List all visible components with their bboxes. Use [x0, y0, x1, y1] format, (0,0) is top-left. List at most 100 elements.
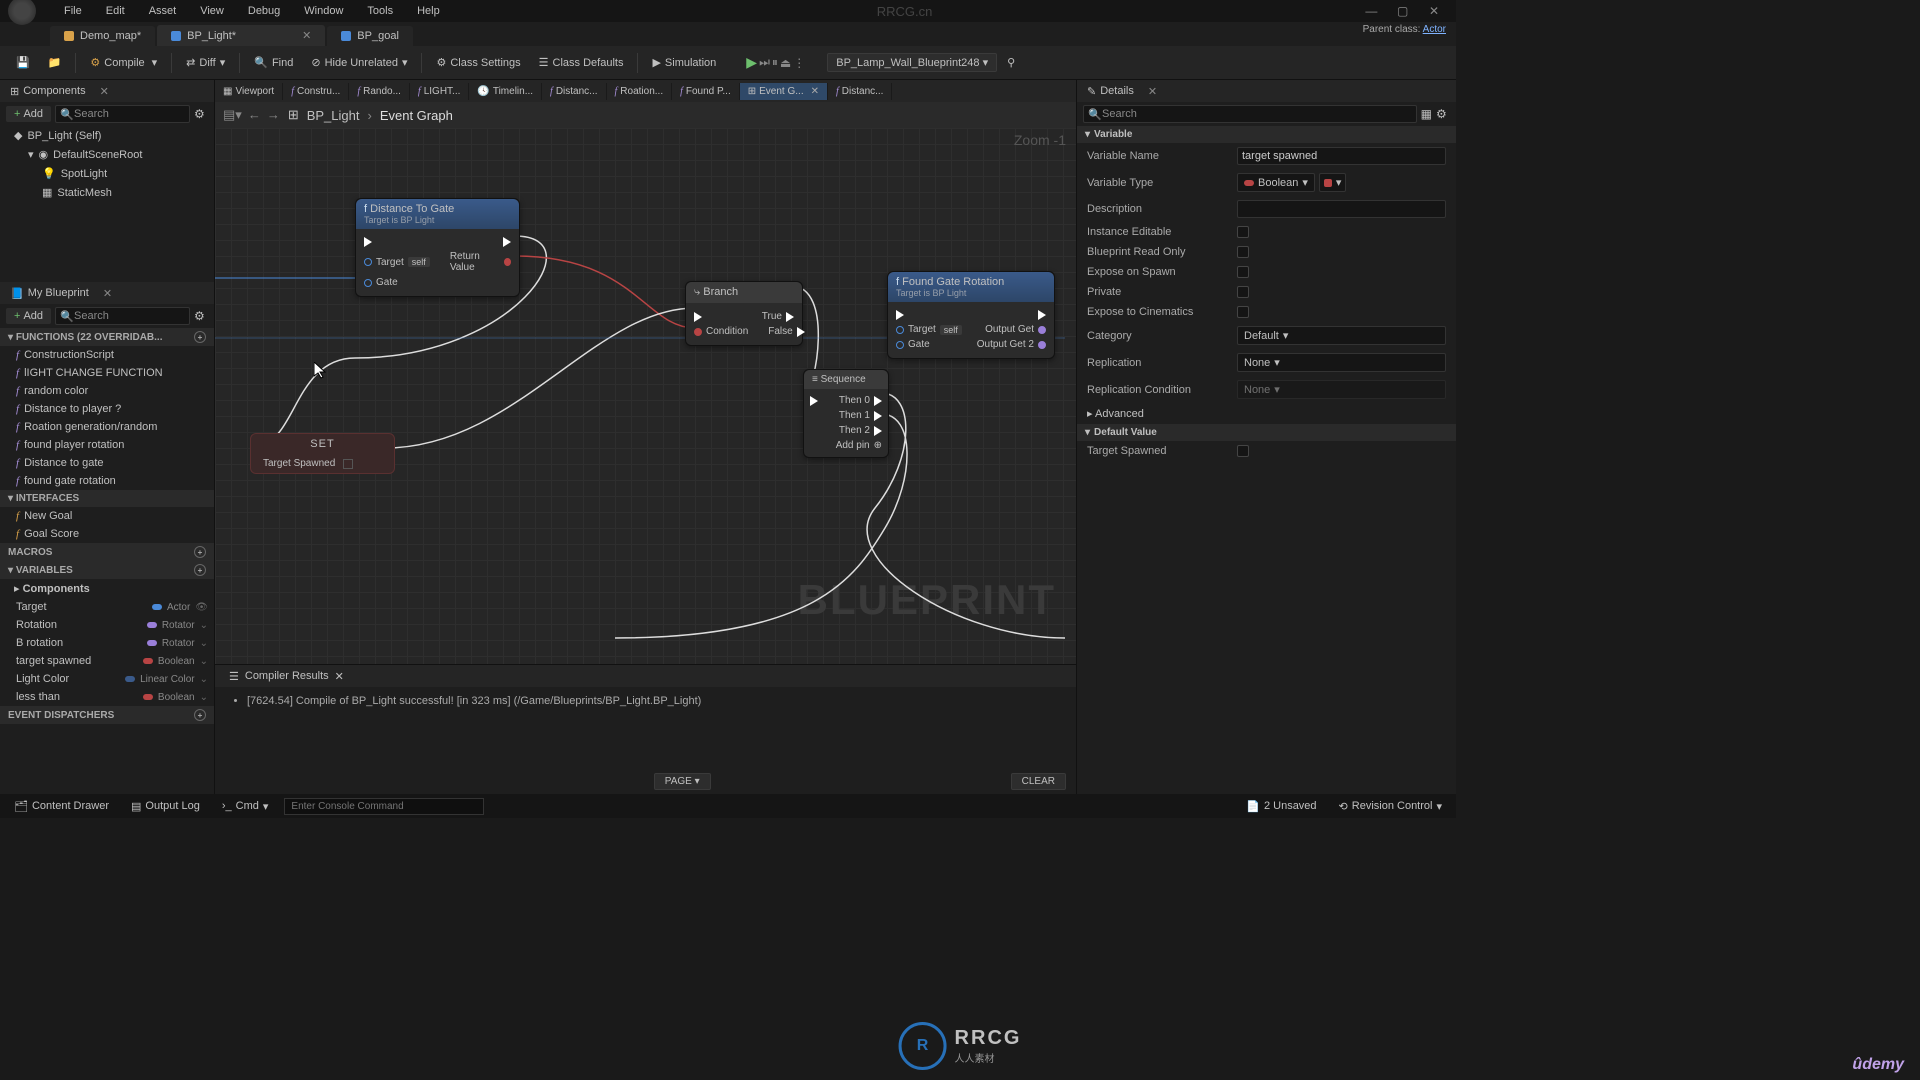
var-target[interactable]: TargetActor👁 — [0, 598, 214, 616]
etab-eventgraph[interactable]: ⊞Event G...✕ — [740, 83, 828, 100]
grid-icon[interactable]: ▦ — [1421, 107, 1432, 121]
gear-icon[interactable]: ⚙ — [1436, 107, 1450, 121]
dispatchers-section[interactable]: EVENT DISPATCHERS+ — [0, 706, 214, 724]
pause-icon[interactable]: ⏸ — [772, 55, 778, 70]
tab-bp-goal[interactable]: BP_goal — [327, 26, 413, 46]
diff-button[interactable]: ⇄Diff▾ — [178, 52, 233, 73]
tree-spotlight[interactable]: 💡SpotLight — [0, 164, 214, 183]
macros-section[interactable]: MACROS+ — [0, 543, 214, 561]
node-set[interactable]: SET Target Spawned — [250, 433, 395, 474]
page-dropdown[interactable]: PAGE ▾ — [654, 773, 711, 790]
etab-construct[interactable]: fConstru... — [283, 83, 349, 100]
var-targetspawned[interactable]: target spawnedBoolean⌄ — [0, 652, 214, 670]
components-tab[interactable]: ⊞Components✕ — [0, 82, 119, 101]
cinematics-checkbox[interactable] — [1237, 306, 1249, 318]
components-subhead[interactable]: ▸ Components — [0, 579, 214, 598]
default-value-checkbox[interactable] — [1237, 445, 1249, 457]
node-found-gate[interactable]: f Found Gate RotationTarget is BP Light … — [887, 271, 1055, 359]
etab-foundp[interactable]: fFound P... — [672, 83, 740, 100]
menu-edit[interactable]: Edit — [94, 3, 137, 19]
category-dropdown[interactable]: Default ▾ — [1237, 326, 1446, 345]
event-graph-canvas[interactable]: Zoom -1 BLUEPRINT f Distance To GateTarg… — [215, 128, 1076, 664]
interfaces-section[interactable]: ▾ INTERFACES — [0, 490, 214, 507]
add-component-button[interactable]: +Add — [6, 106, 51, 122]
browse-button[interactable]: 📁 — [40, 52, 70, 73]
class-defaults-button[interactable]: ☰Class Defaults — [531, 52, 632, 73]
locate-button[interactable]: ⚲ — [999, 52, 1023, 73]
compile-button[interactable]: ⚙Compile▾ — [82, 52, 165, 73]
gear-icon[interactable]: ⚙ — [194, 107, 208, 121]
var-lightcolor[interactable]: Light ColorLinear Color⌄ — [0, 670, 214, 688]
forward-icon[interactable]: → — [267, 107, 280, 123]
menu-help[interactable]: Help — [405, 3, 452, 19]
menu-tools[interactable]: Tools — [355, 3, 405, 19]
default-value-section[interactable]: ▾ Default Value — [1077, 424, 1456, 441]
functions-section[interactable]: ▾ FUNCTIONS (22 OVERRIDAB...+ — [0, 328, 214, 346]
etab-random[interactable]: fRando... — [349, 83, 410, 100]
unsaved-badge[interactable]: 📄2 Unsaved — [1240, 798, 1322, 815]
close-tab-icon[interactable]: ✕ — [100, 85, 109, 98]
fn-foundgate[interactable]: ffound gate rotation — [0, 472, 214, 490]
class-settings-button[interactable]: ⚙Class Settings — [428, 52, 528, 73]
details-search[interactable]: 🔍Search — [1083, 105, 1417, 123]
var-brotation[interactable]: B rotationRotator⌄ — [0, 634, 214, 652]
etab-rotation[interactable]: fRoation... — [607, 83, 673, 100]
stop-icon[interactable]: ⏏ — [780, 56, 791, 70]
console-input[interactable] — [284, 798, 484, 815]
tree-self[interactable]: ◆BP_Light (Self) — [0, 126, 214, 145]
fn-distancegate[interactable]: fDistance to gate — [0, 454, 214, 472]
blueprint-search[interactable]: 🔍Search — [55, 307, 190, 325]
fn-rotationgen[interactable]: fRoation generation/random — [0, 418, 214, 436]
variable-type-dropdown[interactable]: Boolean ▾ — [1237, 173, 1315, 192]
crumb-bp[interactable]: BP_Light — [307, 108, 360, 123]
menu-asset[interactable]: Asset — [137, 3, 189, 19]
fn-foundplayer[interactable]: ffound player rotation — [0, 436, 214, 454]
fn-distanceplayer[interactable]: fDistance to player ? — [0, 400, 214, 418]
menu-window[interactable]: Window — [292, 3, 355, 19]
hide-unrelated-button[interactable]: ⊘Hide Unrelated▾ — [303, 52, 415, 73]
etab-distance2[interactable]: fDistanc... — [828, 83, 892, 100]
fn-lightchange[interactable]: flIGHT CHANGE FUNCTION — [0, 364, 214, 382]
crumb-eventgraph[interactable]: Event Graph — [380, 108, 453, 123]
description-input[interactable] — [1237, 200, 1446, 218]
menu-view[interactable]: View — [188, 3, 236, 19]
eye-icon[interactable]: 👁 — [195, 602, 208, 613]
tree-sceneroot[interactable]: ▾◉DefaultSceneRoot — [0, 145, 214, 164]
content-drawer-button[interactable]: 🗂Content Drawer — [8, 798, 115, 815]
details-tab[interactable]: ✎Details✕ — [1077, 82, 1167, 101]
variable-name-input[interactable] — [1237, 147, 1446, 165]
close-icon[interactable]: ✕ — [335, 670, 344, 683]
node-sequence[interactable]: ≡ Sequence Then 0 Then 1 Then 2 Add pin … — [803, 369, 889, 458]
simulation-button[interactable]: ▶Simulation — [644, 52, 724, 73]
expose-spawn-checkbox[interactable] — [1237, 266, 1249, 278]
play-icon[interactable]: ▶ — [746, 54, 757, 71]
cmd-dropdown[interactable]: ›_Cmd ▾ — [216, 798, 275, 815]
fn-constructionscript[interactable]: fConstructionScript — [0, 346, 214, 364]
fn-randomcolor[interactable]: frandom color — [0, 382, 214, 400]
node-branch[interactable]: ⤷ Branch True ConditionFalse — [685, 281, 803, 346]
replication-cond-dropdown[interactable]: None ▾ — [1237, 380, 1446, 399]
variables-section[interactable]: ▾ VARIABLES+ — [0, 561, 214, 579]
tree-staticmesh[interactable]: ▦StaticMesh — [0, 183, 214, 202]
components-search[interactable]: 🔍Search — [55, 105, 190, 123]
debug-object-dropdown[interactable]: BP_Lamp_Wall_Blueprint248 ▾ — [827, 53, 997, 72]
menu-file[interactable]: File — [52, 3, 94, 19]
save-button[interactable]: 💾 — [8, 52, 38, 73]
etab-distance1[interactable]: fDistanc... — [542, 83, 606, 100]
readonly-checkbox[interactable] — [1237, 246, 1249, 258]
find-button[interactable]: 🔍Find — [246, 52, 301, 73]
play-options-icon[interactable]: ⋮ — [793, 56, 805, 70]
output-log-button[interactable]: ▤Output Log — [125, 798, 206, 815]
back-icon[interactable]: ← — [248, 107, 261, 123]
minimize-icon[interactable]: — — [1357, 4, 1385, 18]
intf-goalscore[interactable]: fGoal Score — [0, 525, 214, 543]
add-blueprint-button[interactable]: +Add — [6, 308, 51, 324]
close-icon[interactable]: ✕ — [1420, 4, 1448, 18]
close-tab-icon[interactable]: ✕ — [1148, 85, 1157, 98]
container-type-dropdown[interactable]: ▾ — [1319, 173, 1347, 192]
clear-button[interactable]: CLEAR — [1011, 773, 1066, 790]
add-pin-button[interactable]: Add pin ⊕ — [836, 440, 882, 451]
variable-section[interactable]: ▾ Variable — [1077, 126, 1456, 143]
var-lessthan[interactable]: less thanBoolean⌄ — [0, 688, 214, 706]
close-tab-icon[interactable]: ✕ — [103, 287, 112, 300]
